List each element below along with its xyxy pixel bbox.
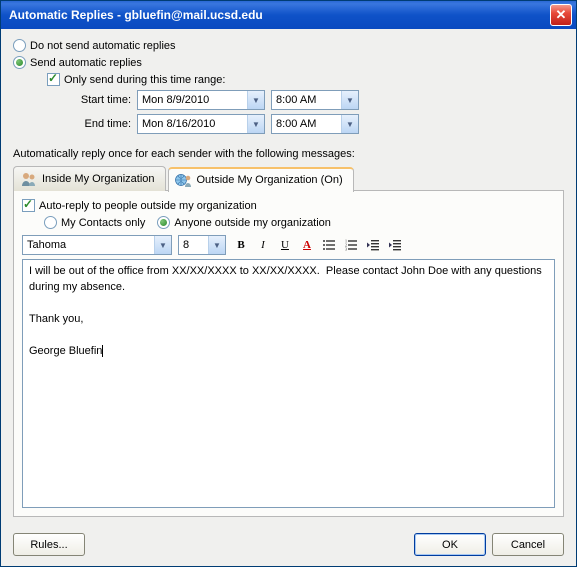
tab-inside-organization[interactable]: Inside My Organization	[13, 166, 166, 191]
tab-outside-label: Outside My Organization (On)	[197, 174, 343, 186]
end-time-label: End time:	[69, 118, 131, 130]
bulleted-list-button[interactable]	[320, 236, 338, 254]
ok-button-label: OK	[442, 539, 458, 551]
message-text: I will be out of the office from XX/XX/X…	[29, 265, 545, 357]
globe-people-icon	[175, 172, 193, 188]
radio-icon	[13, 56, 26, 69]
underline-button[interactable]: U	[276, 236, 294, 254]
tab-outside-organization[interactable]: Outside My Organization (On)	[168, 167, 354, 192]
ok-button[interactable]: OK	[414, 533, 486, 556]
rules-button-label: Rules...	[30, 539, 67, 551]
start-time-label: Start time:	[69, 94, 131, 106]
bold-button[interactable]: B	[232, 236, 250, 254]
radio-contacts-only-label: My Contacts only	[61, 217, 145, 229]
titlebar-title: Automatic Replies - gbluefin@mail.ucsd.e…	[9, 8, 550, 22]
row-end-time: End time: Mon 8/16/2010 ▼ 8:00 AM ▼	[69, 114, 564, 134]
window-close-button[interactable]: ✕	[550, 4, 572, 26]
font-size-dropdown[interactable]: 8 ▼	[178, 235, 226, 255]
numbered-list-icon: 123	[344, 238, 358, 252]
row-start-time: Start time: Mon 8/9/2010 ▼ 8:00 AM ▼	[69, 90, 564, 110]
end-date-value: Mon 8/16/2010	[142, 118, 247, 130]
chevron-down-icon: ▼	[208, 236, 225, 254]
checkbox-icon	[47, 73, 60, 86]
outside-scope-radios: My Contacts only Anyone outside my organ…	[44, 216, 555, 229]
end-time-dropdown[interactable]: 8:00 AM ▼	[271, 114, 359, 134]
decrease-indent-button[interactable]	[364, 236, 382, 254]
start-time-value: 8:00 AM	[276, 94, 341, 106]
chevron-down-icon: ▼	[247, 91, 264, 109]
cancel-button[interactable]: Cancel	[492, 533, 564, 556]
dialog-button-row: Rules... OK Cancel	[1, 525, 576, 566]
radio-icon	[13, 39, 26, 52]
formatting-toolbar: Tahoma ▼ 8 ▼ B I U A 123	[22, 235, 555, 255]
chevron-down-icon: ▼	[154, 236, 171, 254]
font-family-dropdown[interactable]: Tahoma ▼	[22, 235, 172, 255]
chevron-down-icon: ▼	[341, 115, 358, 133]
radio-icon	[157, 216, 170, 229]
radio-anyone-outside-label: Anyone outside my organization	[174, 217, 331, 229]
close-icon: ✕	[556, 7, 567, 23]
svg-text:3: 3	[345, 247, 347, 252]
decrease-indent-icon	[366, 238, 380, 252]
numbered-list-button[interactable]: 123	[342, 236, 360, 254]
checkbox-time-range[interactable]: Only send during this time range:	[47, 73, 564, 86]
font-color-button[interactable]: A	[298, 236, 316, 254]
italic-button[interactable]: I	[254, 236, 272, 254]
radio-icon	[44, 216, 57, 229]
radio-anyone-outside[interactable]: Anyone outside my organization	[157, 216, 331, 229]
checkbox-autoreply-outside-label: Auto-reply to people outside my organiza…	[39, 200, 257, 212]
titlebar: Automatic Replies - gbluefin@mail.ucsd.e…	[1, 1, 576, 29]
bulleted-list-icon	[322, 238, 336, 252]
start-date-value: Mon 8/9/2010	[142, 94, 247, 106]
cancel-button-label: Cancel	[511, 539, 545, 551]
start-time-dropdown[interactable]: 8:00 AM ▼	[271, 90, 359, 110]
increase-indent-icon	[388, 238, 402, 252]
checkbox-time-range-label: Only send during this time range:	[64, 74, 225, 86]
end-time-value: 8:00 AM	[276, 118, 341, 130]
chevron-down-icon: ▼	[247, 115, 264, 133]
dialog-automatic-replies: Automatic Replies - gbluefin@mail.ucsd.e…	[0, 0, 577, 567]
increase-indent-button[interactable]	[386, 236, 404, 254]
checkbox-icon	[22, 199, 35, 212]
format-buttons: B I U A 123	[232, 236, 404, 254]
radio-send[interactable]: Send automatic replies	[13, 56, 564, 69]
start-date-dropdown[interactable]: Mon 8/9/2010 ▼	[137, 90, 265, 110]
end-date-dropdown[interactable]: Mon 8/16/2010 ▼	[137, 114, 265, 134]
font-size-value: 8	[183, 239, 208, 251]
radio-dont-send[interactable]: Do not send automatic replies	[13, 39, 564, 52]
checkbox-autoreply-outside[interactable]: Auto-reply to people outside my organiza…	[22, 199, 555, 212]
radio-send-label: Send automatic replies	[30, 57, 142, 69]
chevron-down-icon: ▼	[341, 91, 358, 109]
autoreply-once-label: Automatically reply once for each sender…	[13, 148, 564, 160]
tab-inside-label: Inside My Organization	[42, 173, 155, 185]
font-family-value: Tahoma	[27, 239, 154, 251]
dialog-content: Do not send automatic replies Send autom…	[1, 29, 576, 525]
message-editor[interactable]: I will be out of the office from XX/XX/X…	[22, 259, 555, 508]
spacer	[91, 533, 408, 556]
tab-strip: Inside My Organization Outside My Organi…	[13, 166, 564, 191]
text-caret	[102, 345, 103, 357]
radio-contacts-only[interactable]: My Contacts only	[44, 216, 145, 229]
rules-button[interactable]: Rules...	[13, 533, 85, 556]
radio-dont-send-label: Do not send automatic replies	[30, 40, 176, 52]
people-icon	[20, 171, 38, 187]
tab-panel-outside: Auto-reply to people outside my organiza…	[13, 190, 564, 517]
